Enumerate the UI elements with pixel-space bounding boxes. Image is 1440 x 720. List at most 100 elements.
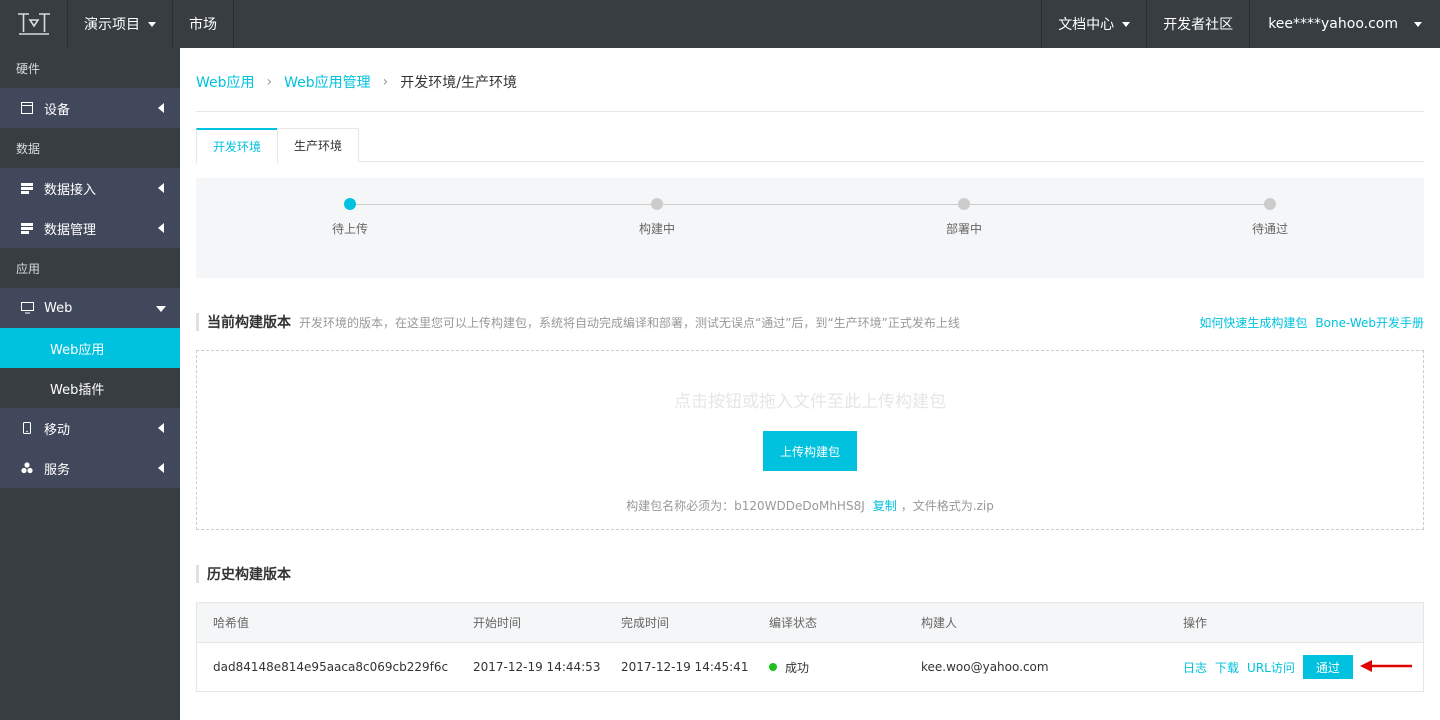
col-end-time: 完成时间 bbox=[621, 616, 670, 630]
user-menu[interactable]: kee****yahoo.com bbox=[1250, 0, 1440, 48]
col-builder: 构建人 bbox=[921, 616, 958, 630]
chevron-left-icon bbox=[158, 463, 164, 473]
help-links: 如何快速生成构建包 Bone-Web开发手册 bbox=[1199, 314, 1424, 331]
community-link[interactable]: 开发者社区 bbox=[1147, 0, 1251, 48]
step-building: 构建中 bbox=[617, 198, 697, 237]
logo-icon bbox=[17, 13, 50, 35]
market-label: 市场 bbox=[189, 17, 217, 33]
window-icon bbox=[20, 101, 34, 115]
sidebar-item-web-app[interactable]: Web应用 bbox=[0, 328, 180, 368]
current-build-header: 当前构建版本 开发环境的版本，在这里您可以上传构建包，系统将自动完成编译和部署，… bbox=[196, 312, 960, 332]
step-pending-upload: 待上传 bbox=[310, 198, 390, 237]
url-access-link[interactable]: URL访问 bbox=[1247, 659, 1295, 676]
sidebar-item-service[interactable]: 服务 bbox=[0, 448, 180, 488]
top-navbar: 演示项目 市场 文档中心 开发者社区 kee****yahoo.com bbox=[0, 0, 1440, 48]
market-link[interactable]: 市场 bbox=[173, 0, 234, 48]
section-bar bbox=[196, 565, 199, 583]
section-title: 当前构建版本 bbox=[207, 315, 291, 331]
chevron-down-icon bbox=[1414, 21, 1422, 27]
monitor-icon bbox=[20, 301, 34, 315]
section-description: 开发环境的版本，在这里您可以上传构建包，系统将自动完成编译和部署，测试无误点“通… bbox=[299, 315, 960, 330]
file-format-note: ，文件格式为.zip bbox=[900, 499, 994, 513]
row-hash: dad84148e814e95aaca8c069cb229f6c bbox=[213, 660, 449, 674]
sidebar-item-label: Web bbox=[44, 300, 73, 316]
step-connector bbox=[970, 204, 1270, 205]
divider bbox=[196, 111, 1424, 112]
cubes-icon bbox=[20, 461, 34, 475]
row-builder: kee.woo@yahoo.com bbox=[921, 660, 1049, 674]
sidebar-item-label: 数据管理 bbox=[44, 222, 97, 238]
breadcrumb: Web应用 › Web应用管理 › 开发环境/生产环境 bbox=[196, 72, 517, 92]
sidebar-item-data-access[interactable]: 数据接入 bbox=[0, 168, 180, 208]
sidebar-item-device[interactable]: 设备 bbox=[0, 88, 180, 128]
log-link[interactable]: 日志 bbox=[1183, 659, 1207, 676]
community-label: 开发者社区 bbox=[1163, 17, 1234, 33]
col-status: 编译状态 bbox=[769, 616, 818, 630]
red-arrow-annotation-icon bbox=[1360, 660, 1412, 672]
history-table: 哈希值 开始时间 完成时间 编译状态 构建人 操作 dad84148e814e9… bbox=[196, 602, 1424, 692]
tab-dev-env[interactable]: 开发环境 bbox=[196, 128, 279, 163]
step-pending-approval: 待通过 bbox=[1230, 198, 1310, 237]
sidebar-group-app: 应用 bbox=[0, 248, 180, 288]
step-dot bbox=[958, 198, 970, 210]
project-label: 演示项目 bbox=[84, 17, 140, 33]
chevron-down-icon bbox=[148, 21, 156, 27]
chevron-right-icon: › bbox=[382, 74, 389, 90]
col-hash: 哈希值 bbox=[213, 616, 250, 630]
sidebar-item-label: Web应用 bbox=[50, 342, 105, 358]
tab-prod-env[interactable]: 生产环境 bbox=[277, 128, 360, 162]
copy-link[interactable]: 复制 bbox=[873, 499, 897, 513]
step-dot bbox=[651, 198, 663, 210]
sidebar-item-label: 移动 bbox=[44, 422, 71, 438]
success-dot-icon bbox=[769, 663, 777, 671]
server-icon bbox=[20, 221, 34, 235]
bone-web-manual-link[interactable]: Bone-Web开发手册 bbox=[1315, 314, 1424, 331]
brand-logo[interactable] bbox=[0, 0, 68, 48]
step-label: 部署中 bbox=[945, 222, 982, 236]
main-content: Web应用 › Web应用管理 › 开发环境/生产环境 开发环境 生产环境 待上… bbox=[180, 48, 1440, 720]
sidebar-item-label: 设备 bbox=[44, 102, 71, 118]
step-label: 构建中 bbox=[638, 222, 675, 236]
table-row: dad84148e814e95aaca8c069cb229f6c 2017-12… bbox=[197, 643, 1423, 691]
sidebar-item-mobile[interactable]: 移动 bbox=[0, 408, 180, 448]
sidebar-item-web-plugin[interactable]: Web插件 bbox=[0, 368, 180, 408]
breadcrumb-web-app[interactable]: Web应用 bbox=[196, 72, 255, 92]
upload-hint: 点击按钮或拖入文件至此上传构建包 bbox=[674, 392, 946, 412]
sidebar-group-hardware: 硬件 bbox=[0, 48, 180, 88]
step-dot bbox=[1264, 198, 1276, 210]
step-connector bbox=[663, 204, 963, 205]
chevron-down-icon bbox=[156, 306, 166, 312]
chevron-left-icon bbox=[158, 183, 164, 193]
step-label: 待通过 bbox=[1251, 222, 1288, 236]
upload-build-button[interactable]: 上传构建包 bbox=[763, 431, 857, 471]
docs-dropdown[interactable]: 文档中心 bbox=[1041, 0, 1148, 48]
chevron-left-icon bbox=[158, 223, 164, 233]
history-build-header: 历史构建版本 bbox=[196, 564, 291, 584]
sidebar-item-label: Web插件 bbox=[50, 382, 105, 398]
download-link[interactable]: 下载 bbox=[1215, 659, 1239, 676]
env-tabs: 开发环境 生产环境 bbox=[196, 128, 1424, 163]
project-dropdown[interactable]: 演示项目 bbox=[68, 0, 173, 48]
breadcrumb-web-app-manage[interactable]: Web应用管理 bbox=[284, 72, 371, 92]
user-account: kee****yahoo.com bbox=[1268, 16, 1398, 32]
package-name-note: 构建包名称必须为：b120WDDeDoMhHS8J bbox=[626, 499, 865, 513]
col-start-time: 开始时间 bbox=[473, 616, 522, 630]
how-to-build-link[interactable]: 如何快速生成构建包 bbox=[1199, 314, 1307, 331]
row-status: 成功 bbox=[769, 643, 809, 691]
row-start-time: 2017-12-19 14:44:53 bbox=[473, 660, 601, 674]
step-deploying: 部署中 bbox=[924, 198, 1004, 237]
status-text: 成功 bbox=[785, 660, 810, 675]
sidebar-item-data-manage[interactable]: 数据管理 bbox=[0, 208, 180, 248]
chevron-down-icon bbox=[1122, 21, 1131, 27]
step-dot bbox=[344, 198, 356, 210]
step-label: 待上传 bbox=[331, 222, 368, 236]
pass-button[interactable]: 通过 bbox=[1302, 655, 1353, 679]
mobile-icon bbox=[20, 421, 34, 435]
upload-dropzone[interactable]: 点击按钮或拖入文件至此上传构建包 上传构建包 构建包名称必须为：b120WDDe… bbox=[196, 350, 1424, 530]
chevron-left-icon bbox=[158, 423, 164, 433]
sidebar-item-web[interactable]: Web bbox=[0, 288, 180, 328]
sidebar-item-label: 服务 bbox=[44, 462, 71, 478]
docs-label: 文档中心 bbox=[1058, 17, 1115, 33]
sidebar-group-data: 数据 bbox=[0, 128, 180, 168]
upload-note: 构建包名称必须为：b120WDDeDoMhHS8J 复制 ，文件格式为.zip bbox=[197, 497, 1423, 514]
